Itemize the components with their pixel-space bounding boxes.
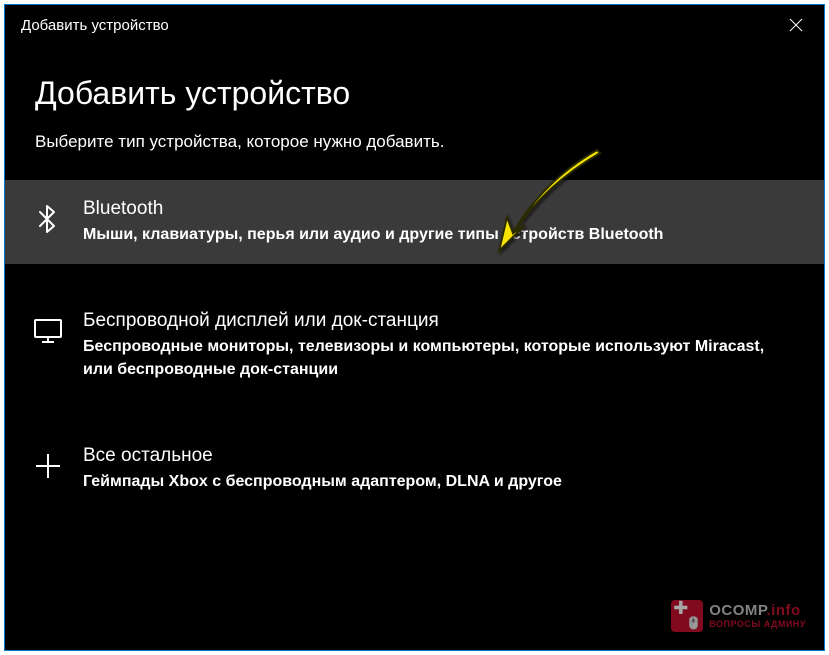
watermark-badge: 🖱️ OCOMP.info ВОПРОСЫ АДМИНУ	[671, 600, 806, 632]
close-icon	[789, 18, 803, 32]
watermark-icon: 🖱️	[671, 600, 703, 632]
option-bluetooth-title: Bluetooth	[83, 198, 794, 220]
bluetooth-icon	[31, 202, 65, 236]
watermark-text: OCOMP.info ВОПРОСЫ АДМИНУ	[709, 603, 806, 629]
page-subtitle: Выберите тип устройства, которое нужно д…	[5, 132, 824, 152]
titlebar-title: Добавить устройство	[21, 17, 169, 34]
option-everything-else-desc: Геймпады Xbox с беспроводным адаптером, …	[83, 471, 794, 493]
titlebar: Добавить устройство	[5, 5, 824, 45]
dialog-content: Добавить устройство Выберите тип устройс…	[5, 45, 824, 650]
monitor-icon	[31, 314, 65, 348]
option-wireless-display-text: Беспроводной дисплей или док-станция Бес…	[83, 310, 794, 381]
option-bluetooth[interactable]: Bluetooth Мыши, клавиатуры, перья или ау…	[5, 180, 824, 264]
option-wireless-display-desc: Беспроводные мониторы, телевизоры и комп…	[83, 336, 794, 381]
close-button[interactable]	[784, 13, 808, 37]
watermark-tagline: ВОПРОСЫ АДМИНУ	[709, 620, 806, 629]
option-wireless-display-title: Беспроводной дисплей или док-станция	[83, 310, 794, 332]
option-bluetooth-text: Bluetooth Мыши, клавиатуры, перья или ау…	[83, 198, 794, 246]
option-everything-else-text: Все остальное Геймпады Xbox с беспроводн…	[83, 445, 794, 493]
option-bluetooth-desc: Мыши, клавиатуры, перья или аудио и друг…	[83, 224, 794, 246]
add-device-dialog: Добавить устройство Добавить устройство …	[4, 4, 825, 651]
option-wireless-display[interactable]: Беспроводной дисплей или док-станция Бес…	[5, 292, 824, 399]
watermark-brand: OCOMP.info	[709, 603, 806, 618]
option-everything-else-title: Все остальное	[83, 445, 794, 467]
plus-icon	[31, 449, 65, 483]
option-everything-else[interactable]: Все остальное Геймпады Xbox с беспроводн…	[5, 427, 824, 511]
page-heading: Добавить устройство	[5, 75, 824, 112]
